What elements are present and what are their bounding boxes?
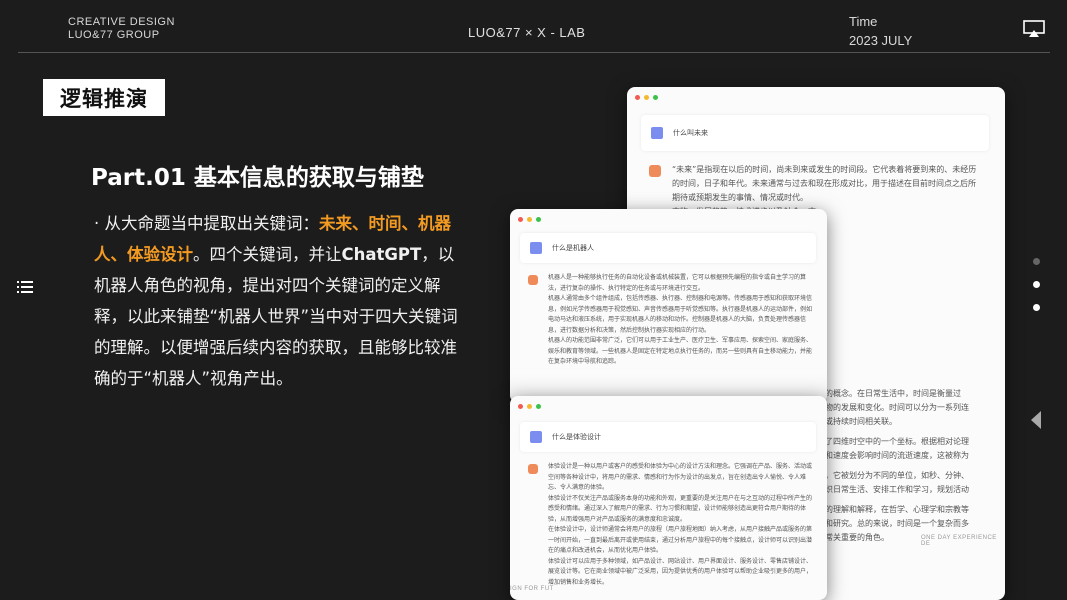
- body-mid: 。四个关键词，并让: [193, 245, 342, 264]
- page-dot-1[interactable]: [1033, 258, 1040, 265]
- maximize-dot[interactable]: [536, 404, 541, 409]
- watermark: ONE DAY EXPERIENCE DE: [921, 535, 997, 547]
- answer-paragraph: 体验设计可以应用于多种领域，如产品设计、网站设计、用户界面设计、服务设计、零售店…: [548, 557, 813, 586]
- body-paragraph: · 从大命题当中提取出关键词：未来、时间、机器人、体验设计。四个关键词，并让Ch…: [94, 208, 464, 394]
- header-time: Time 2023 JULY: [849, 12, 912, 50]
- answer-text: 机器人是一种能够执行任务的自动化设备或机械装置，它可以根据预先编程的指令或自主学…: [548, 273, 814, 368]
- close-dot[interactable]: [518, 404, 523, 409]
- header-divider: [18, 52, 1050, 53]
- window-controls: [518, 404, 541, 409]
- user-avatar-icon: [530, 242, 542, 254]
- close-dot[interactable]: [635, 95, 640, 100]
- question-bubble: 什么是体验设计: [520, 422, 816, 452]
- answer-paragraph: 或持续时间相关联。: [825, 417, 897, 426]
- chat-card-robot: 什么是机器人 机器人是一种能够执行任务的自动化设备或机械装置，它可以根据预先编程…: [510, 209, 827, 403]
- part-title: Part.01 基本信息的获取与铺垫: [91, 165, 424, 191]
- answer-paragraph: 的理解和解释，在哲学、心理学和宗教等: [825, 505, 969, 514]
- question-bubble: 什么叫未来: [641, 115, 989, 151]
- question-text: 什么是机器人: [552, 244, 594, 252]
- chevron-left-icon[interactable]: [1030, 410, 1042, 430]
- chatgpt-icon: [528, 275, 538, 285]
- time-value: 2023 JULY: [849, 33, 913, 48]
- cast-icon[interactable]: [1023, 20, 1045, 38]
- chatgpt-icon: [528, 464, 538, 474]
- question-bubble: 什么是机器人: [520, 233, 816, 263]
- maximize-dot[interactable]: [536, 217, 541, 222]
- answer-paragraph: 的概念。在日常生活中，时间是衡量过: [825, 389, 961, 398]
- answer-paragraph: 物的发展和变化。时间可以分为一系列连: [825, 403, 969, 412]
- maximize-dot[interactable]: [653, 95, 658, 100]
- body-chatgpt: ChatGPT: [341, 245, 422, 264]
- user-avatar-icon: [651, 127, 663, 139]
- answer-paragraph: ，它被划分为不同的单位，如秒、分钟、: [825, 471, 969, 480]
- answer-paragraph: 在体验设计中，设计师通常会将用户的旅程（用户旅程地图）纳入考虑，从用户接触产品或…: [548, 526, 813, 554]
- section-tag: 逻辑推演: [43, 79, 165, 116]
- menu-icon[interactable]: [17, 280, 33, 294]
- question-text: 什么是体验设计: [552, 433, 601, 441]
- page-dot-2[interactable]: [1033, 281, 1040, 288]
- brand-line2: LUO&77 GROUP: [68, 29, 160, 41]
- watermark: IGN FOR FUT: [510, 586, 554, 592]
- window-controls: [635, 95, 658, 100]
- page-dots: [1033, 258, 1040, 327]
- answer-paragraph: “未来”是指现在以后的时间，尚未到来或发生的时间段。它代表着将要到来的、未经历的…: [672, 165, 977, 202]
- answer-paragraph: 和速度会影响时间的流逝速度，这被称为: [825, 451, 969, 460]
- chat-card-experience-design: 什么是体验设计 体验设计是一种以用户或客户的感受和体验为中心的设计方法和理念。它…: [510, 396, 827, 600]
- minimize-dot[interactable]: [527, 404, 532, 409]
- close-dot[interactable]: [518, 217, 523, 222]
- body-prefix: · 从大命题当中提取出关键词：: [94, 214, 319, 233]
- answer-paragraph: 体验设计是一种以用户或客户的感受和体验为中心的设计方法和理念。它强调在产品、服务…: [548, 463, 813, 491]
- answer-paragraph: 机器人是一种能够执行任务的自动化设备或机械装置，它可以根据预先编程的指令或自主学…: [548, 274, 807, 292]
- user-avatar-icon: [530, 431, 542, 443]
- body-rest: ，以机器人角色的视角，提出对四个关键词的定义解释，以此来铺垫“机器人世界”当中对…: [94, 245, 458, 388]
- answer-text-continued: 的概念。在日常生活中，时间是衡量过 物的发展和变化。时间可以分为一系列连 或持续时间…: [825, 387, 985, 545]
- answer-paragraph: 了四维时空中的一个坐标。根据相对论理: [825, 437, 969, 446]
- brand: CREATIVE DESIGN LUO&77 GROUP: [68, 16, 175, 42]
- page-dot-3[interactable]: [1033, 304, 1040, 311]
- minimize-dot[interactable]: [644, 95, 649, 100]
- answer-paragraph: 机器人通常由多个组件组成，包括传感器、执行器、控制器和电源等。传感器用于感知和获…: [548, 295, 813, 334]
- answer-text: 体验设计是一种以用户或客户的感受和体验为中心的设计方法和理念。它强调在产品、服务…: [548, 462, 814, 588]
- question-text: 什么叫未来: [673, 129, 708, 137]
- chatgpt-icon: [649, 165, 661, 177]
- window-controls: [518, 217, 541, 222]
- answer-paragraph: 体验设计不仅关注产品或服务本身的功能和外观，更重要的是关注用户在与之互动的过程中…: [548, 494, 813, 523]
- brand-line1: CREATIVE DESIGN: [68, 16, 175, 28]
- header-center-title: LUO&77 × X - LAB: [468, 25, 586, 40]
- answer-paragraph: 和研究。总的来说，时间是一个复杂而多: [825, 519, 969, 528]
- answer-paragraph: 织日常生活、安排工作和学习，规划活动: [825, 485, 969, 494]
- time-label: Time: [849, 14, 878, 29]
- answer-paragraph: 机器人的功能范围非常广泛，它们可以用于工业生产、医疗卫生、军事应用、探索空间、家…: [548, 337, 813, 365]
- minimize-dot[interactable]: [527, 217, 532, 222]
